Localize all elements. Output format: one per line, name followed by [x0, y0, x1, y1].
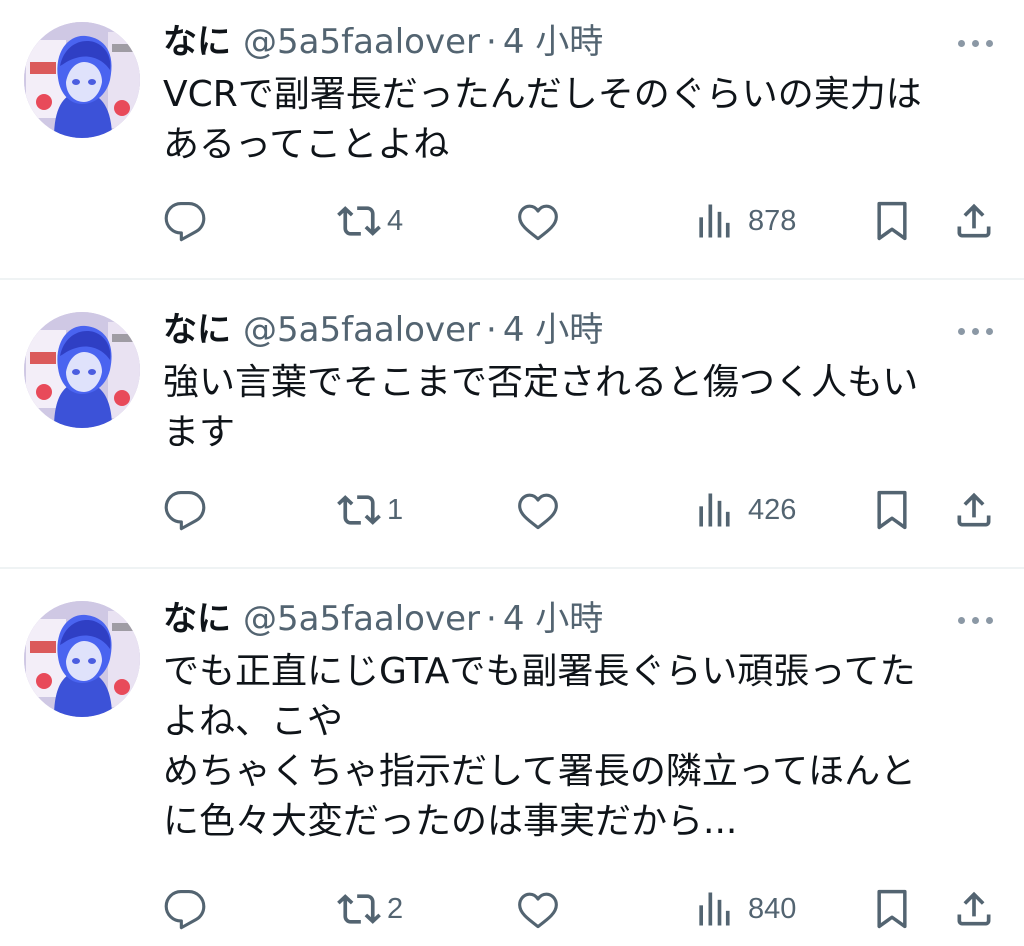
- more-icon[interactable]: [958, 615, 994, 625]
- author-handle[interactable]: @5a5faalover: [243, 18, 480, 66]
- tweet-text-line: 強い言葉でそこまで否定されると傷つく人もい: [163, 362, 919, 403]
- header-separator: ·: [486, 599, 497, 639]
- tweet-text-line: ます: [163, 412, 236, 453]
- tweet-text: 強い言葉でそこまで否定されると傷つく人もい ます: [163, 358, 1003, 458]
- tweet-text-line: めちゃくちゃ指示だして署長の隣立ってほんと: [163, 751, 917, 792]
- bookmark-button[interactable]: [872, 196, 912, 246]
- action-bar: 1 426: [0, 485, 1024, 535]
- bookmark-icon: [877, 889, 907, 929]
- action-bar: 2 840: [0, 884, 1024, 934]
- bookmark-button[interactable]: [872, 884, 912, 934]
- reply-button[interactable]: [163, 485, 213, 535]
- bookmark-icon: [877, 490, 907, 530]
- avatar[interactable]: [24, 601, 140, 717]
- views-count: 878: [748, 204, 797, 237]
- tweet-time[interactable]: 4 小時: [503, 18, 603, 66]
- like-button[interactable]: [516, 884, 566, 934]
- retweet-button[interactable]: 4: [337, 196, 403, 246]
- tweet-header: なに @5a5faalover · 4 小時: [163, 595, 603, 643]
- share-icon: [957, 891, 991, 926]
- more-icon[interactable]: [958, 38, 994, 48]
- tweet[interactable]: なに @5a5faalover · 4 小時 強い言葉でそこまで否定されると傷つ…: [0, 280, 1024, 567]
- views-icon: [699, 892, 730, 926]
- share-button[interactable]: [952, 485, 996, 535]
- views-button[interactable]: 840: [696, 884, 796, 934]
- tweet[interactable]: なに @5a5faalover · 4 小時 でも正直にじGTAでも副署長ぐらい…: [0, 569, 1024, 946]
- tweet-header: なに @5a5faalover · 4 小時: [163, 306, 603, 354]
- views-count: 426: [748, 493, 797, 526]
- retweet-button[interactable]: 1: [337, 485, 403, 535]
- avatar-image: [24, 22, 140, 138]
- retweet-icon: [337, 495, 381, 525]
- views-count: 840: [748, 892, 797, 925]
- tweet-text-line: あるってことよね: [163, 124, 450, 165]
- views-button[interactable]: 878: [696, 196, 796, 246]
- like-icon: [518, 204, 558, 241]
- tweet-text-line: でも正直にじGTAでも副署長ぐらい頑張ってた: [163, 651, 916, 692]
- views-button[interactable]: 426: [696, 485, 796, 535]
- bookmark-icon: [877, 201, 907, 241]
- retweet-count: 2: [387, 892, 404, 925]
- reply-icon: [164, 890, 206, 930]
- share-button[interactable]: [952, 196, 996, 246]
- share-icon: [957, 492, 991, 527]
- like-button[interactable]: [516, 196, 566, 246]
- bookmark-button[interactable]: [872, 485, 912, 535]
- retweet-count: 1: [387, 493, 404, 526]
- tweet-time[interactable]: 4 小時: [503, 595, 603, 643]
- tweet-header: なに @5a5faalover · 4 小時: [163, 18, 603, 66]
- avatar[interactable]: [24, 22, 140, 138]
- tweet-feed: なに @5a5faalover · 4 小時 VCRで副署長だったんだしそのぐら…: [0, 0, 1024, 946]
- retweet-icon: [337, 894, 381, 924]
- share-button[interactable]: [952, 884, 996, 934]
- like-button[interactable]: [516, 485, 566, 535]
- tweet-time[interactable]: 4 小時: [503, 306, 603, 354]
- tweet-text-line: VCRで副署長だったんだしそのぐらいの実力は: [163, 74, 922, 115]
- like-icon: [518, 493, 558, 530]
- reply-icon: [164, 202, 206, 242]
- reply-icon: [164, 491, 206, 531]
- author-name[interactable]: なに: [163, 18, 231, 66]
- reply-button[interactable]: [163, 196, 213, 246]
- avatar-image: [24, 601, 140, 717]
- tweet-text-line: よね、こや: [163, 701, 344, 742]
- reply-button[interactable]: [163, 884, 213, 934]
- more-icon[interactable]: [958, 326, 994, 336]
- author-handle[interactable]: @5a5faalover: [243, 595, 480, 643]
- tweet-text: でも正直にじGTAでも副署長ぐらい頑張ってた よね、こや めちゃくちゃ指示だして…: [163, 647, 1003, 847]
- author-name[interactable]: なに: [163, 595, 231, 643]
- retweet-button[interactable]: 2: [337, 884, 403, 934]
- tweet-text-line: に色々大変だったのは事実だから...: [163, 801, 738, 842]
- retweet-icon: [337, 206, 381, 236]
- retweet-count: 4: [387, 204, 404, 237]
- like-icon: [518, 892, 558, 929]
- header-separator: ·: [486, 22, 497, 62]
- avatar[interactable]: [24, 312, 140, 428]
- share-icon: [957, 203, 991, 238]
- tweet[interactable]: なに @5a5faalover · 4 小時 VCRで副署長だったんだしそのぐら…: [0, 0, 1024, 278]
- views-icon: [699, 493, 730, 527]
- tweet-text: VCRで副署長だったんだしそのぐらいの実力は あるってことよね: [163, 70, 1003, 170]
- author-name[interactable]: なに: [163, 306, 231, 354]
- views-icon: [699, 204, 730, 238]
- author-handle[interactable]: @5a5faalover: [243, 306, 480, 354]
- avatar-image: [24, 312, 140, 428]
- header-separator: ·: [486, 310, 497, 350]
- action-bar: 4 878: [0, 196, 1024, 246]
